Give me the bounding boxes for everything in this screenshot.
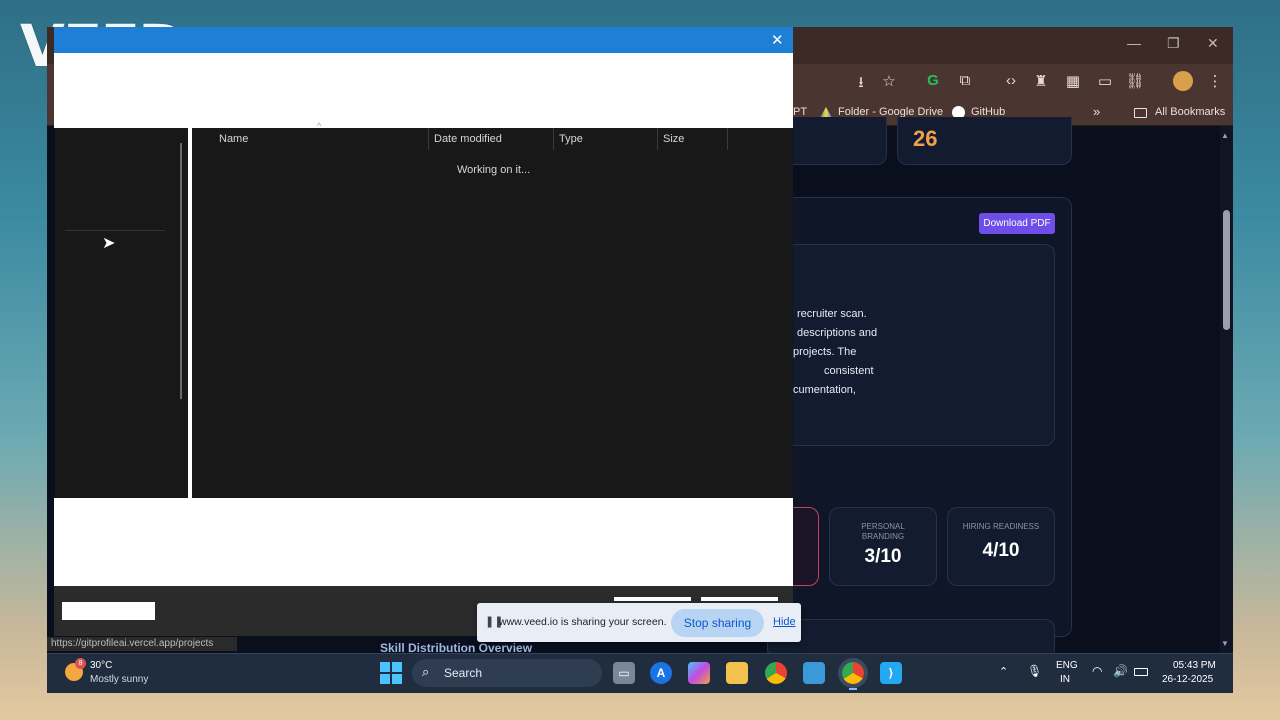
wifi-icon[interactable]: ◠ [1092, 664, 1102, 678]
folder-icon [1134, 108, 1147, 118]
link-icon[interactable]: ⛓ [1125, 72, 1145, 90]
column-name[interactable]: Name [219, 133, 248, 145]
file-explorer-icon[interactable] [726, 662, 748, 684]
dialog-header-area [54, 53, 793, 128]
language-top[interactable]: ENG [1056, 660, 1078, 671]
filename-input[interactable] [62, 602, 155, 620]
metric-label: HIRING READINESS [962, 522, 1040, 531]
nav-scrollbar[interactable] [180, 143, 182, 399]
nav-divider [65, 230, 165, 231]
clock-date[interactable]: 26-12-2025 [1162, 674, 1213, 685]
active-indicator [849, 688, 857, 690]
weather-condition[interactable]: Mostly sunny [90, 674, 148, 685]
scroll-down-icon[interactable]: ▼ [1221, 639, 1229, 648]
mouse-cursor-icon: ➤ [102, 235, 116, 252]
metric-label: PERSONAL BRANDING [861, 522, 905, 541]
cancel-button[interactable] [701, 597, 778, 601]
download-pdf-button[interactable]: Download PDF [979, 213, 1055, 234]
weather-badge: 8 [75, 658, 86, 669]
copilot-icon[interactable] [688, 662, 710, 684]
vscode-icon[interactable]: ⟩ [880, 662, 902, 684]
battery-icon[interactable] [1134, 668, 1148, 676]
app-store-icon[interactable]: A [650, 662, 672, 684]
star-icon[interactable]: ☆ [879, 72, 899, 90]
status-url: https://gitprofileai.vercel.app/projects [47, 637, 237, 651]
menu-icon[interactable]: ⋮ [1205, 72, 1225, 90]
column-separator[interactable] [657, 128, 658, 150]
language-bottom[interactable]: IN [1060, 674, 1070, 685]
task-view-icon[interactable]: ▭ [613, 662, 635, 684]
dialog-title-bar [54, 27, 793, 53]
column-separator[interactable] [553, 128, 554, 150]
page-scrollbar[interactable] [1220, 126, 1233, 653]
close-window-icon[interactable]: ✕ [1207, 35, 1219, 52]
dialog-close-icon[interactable]: ✕ [771, 31, 784, 49]
column-type[interactable]: Type [559, 133, 583, 145]
dialog-filename-area [54, 498, 793, 586]
scroll-up-icon[interactable]: ▲ [1221, 131, 1229, 140]
search-icon: ⌕ [422, 664, 430, 679]
bookmark-all[interactable]: All Bookmarks [1155, 106, 1225, 118]
dialog-file-list [192, 128, 793, 498]
clock-time[interactable]: 05:43 PM [1173, 660, 1216, 671]
notepad-icon[interactable] [803, 662, 825, 684]
show-hidden-icons[interactable]: ⌃ [999, 665, 1008, 678]
reader-icon[interactable]: ▭ [1095, 72, 1115, 90]
windows-taskbar [47, 653, 1233, 693]
download-icon[interactable]: ⭳ [851, 72, 871, 97]
sort-arrow-icon: ^ [317, 121, 322, 131]
search-label: Search [444, 666, 483, 680]
summary-line-1: recruiter scan. [797, 308, 867, 320]
metric-value: 4/10 [982, 540, 1020, 561]
metric-card-branding: PERSONAL BRANDING 3/10 [829, 507, 937, 586]
microphone-icon[interactable]: 🎙 [1027, 664, 1042, 678]
apps-icon[interactable]: ▦ [1063, 72, 1083, 90]
column-size[interactable]: Size [663, 133, 684, 145]
metric-card-readiness: HIRING READINESS 4/10 [947, 507, 1055, 586]
code-icon[interactable]: ‹› [1001, 72, 1021, 89]
chrome-icon[interactable] [765, 662, 787, 684]
extensions-icon[interactable]: ⧉ [955, 72, 975, 89]
summary-line-4: consistent [824, 365, 874, 377]
column-date-modified[interactable]: Date modified [434, 133, 502, 145]
metric-value: 3/10 [864, 546, 902, 567]
screen-capture: — ❐ ✕ ⭳ ☆ G ⧉ ‹› ♜ ▦ ▭ ⛓ ⋮ PT Folder - G… [47, 27, 1233, 693]
bookmarks-overflow-icon[interactable]: » [1093, 104, 1100, 119]
loading-text: Working on it... [457, 164, 531, 176]
weather-temperature[interactable]: 30°C [90, 660, 112, 671]
scroll-thumb[interactable] [1223, 210, 1230, 330]
column-separator[interactable] [428, 128, 429, 150]
summary-line-3: projects. The [793, 346, 857, 358]
restore-icon[interactable]: ❐ [1167, 35, 1180, 52]
start-icon[interactable] [380, 662, 402, 684]
summary-line-5: cumentation, [793, 384, 856, 396]
grammarly-icon[interactable]: G [923, 72, 943, 89]
summary-line-2: descriptions and [797, 327, 878, 339]
screen-share-bar: ❚❚ www.veed.io is sharing your screen. S… [477, 603, 801, 642]
chrome-active-icon[interactable] [842, 662, 864, 684]
dialog-navigation-pane [55, 128, 188, 498]
column-separator[interactable] [727, 128, 728, 150]
share-message: www.veed.io is sharing your screen. [499, 616, 667, 628]
minimize-icon[interactable]: — [1127, 35, 1141, 51]
volume-icon[interactable]: 🔊 [1113, 664, 1128, 678]
privacy-icon[interactable]: ♜ [1031, 72, 1051, 90]
stat-value: 26 [913, 126, 938, 151]
stop-sharing-button[interactable]: Stop sharing [671, 609, 764, 637]
open-button[interactable] [614, 597, 691, 601]
profile-avatar[interactable] [1173, 71, 1193, 91]
hide-link[interactable]: Hide [773, 616, 796, 628]
taskbar-search[interactable]: ⌕ Search [412, 659, 602, 687]
summary-card [767, 244, 1055, 446]
